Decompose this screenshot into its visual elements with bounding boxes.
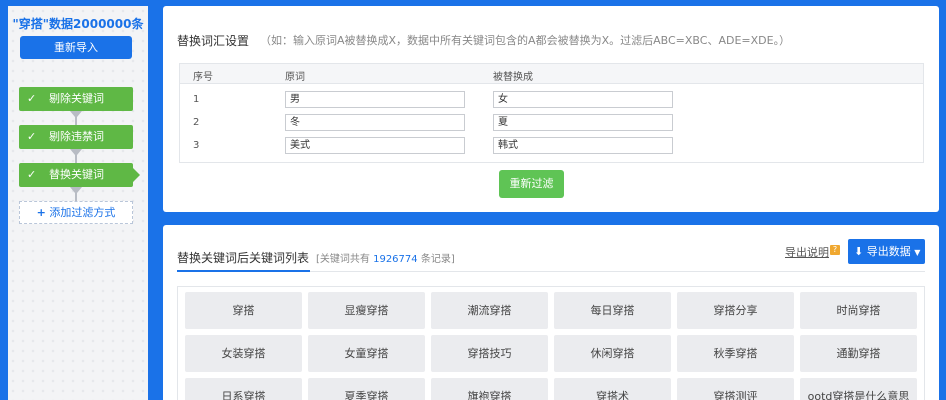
reimport-button[interactable]: 重新导入 — [20, 36, 132, 59]
column-header-index: 序号 — [193, 72, 213, 83]
keyword-chip[interactable]: 显瘦穿搭 — [308, 292, 425, 329]
keyword-count: [关键词共有 1926774 条记录] — [316, 250, 455, 265]
panel-hint: （如：输入原词A被替换成X，数据中所有关键词包含的A都会被替换为X。过滤后ABC… — [260, 34, 791, 47]
keyword-chip[interactable]: 穿搭术 — [554, 378, 671, 400]
keyword-chip[interactable]: 潮流穿搭 — [431, 292, 548, 329]
replacement-word-input[interactable]: 女 — [493, 91, 673, 108]
replace-table: 序号 原词 被替换成 1 男 女 2 冬 夏 3 美式 韩式 — [179, 63, 924, 163]
row-index: 3 — [193, 140, 200, 151]
refilter-button[interactable]: 重新过滤 — [499, 170, 564, 198]
keyword-grid: 穿搭 显瘦穿搭 潮流穿搭 每日穿搭 穿搭分享 时尚穿搭 女装穿搭 女童穿搭 穿搭… — [177, 286, 925, 400]
keyword-chip[interactable]: 穿搭测评 — [677, 378, 794, 400]
step-label: 剔除违禁词 — [49, 130, 104, 143]
step-replace-keywords[interactable]: ✓ 替换关键词 — [19, 163, 140, 187]
row-index: 2 — [193, 117, 200, 128]
export-instructions-link[interactable]: 导出说明 — [785, 244, 829, 260]
check-icon: ✓ — [27, 92, 37, 105]
dataset-title: "穿搭"数据2000000条 — [12, 17, 144, 31]
check-icon: ✓ — [27, 168, 37, 181]
filter-sidebar: "穿搭"数据2000000条 重新导入 ✓ 剔除关键词 ✓ 剔除违禁词 ✓ 替换… — [8, 6, 148, 400]
panel-title: 替换词汇设置 — [177, 34, 250, 48]
download-icon: ⬇ — [854, 245, 864, 258]
table-row: 1 男 女 — [180, 89, 923, 112]
count-suffix: 条记录] — [420, 254, 455, 265]
funnel-icon — [70, 111, 82, 125]
step-label: 剔除关键词 — [49, 92, 104, 105]
keyword-chip[interactable]: 女童穿搭 — [308, 335, 425, 372]
keyword-chip[interactable]: 时尚穿搭 — [800, 292, 917, 329]
keyword-chip[interactable]: 日系穿搭 — [185, 378, 302, 400]
table-header: 序号 原词 被替换成 — [180, 64, 923, 84]
keyword-chip[interactable]: 休闲穿搭 — [554, 335, 671, 372]
keyword-chip[interactable]: 穿搭技巧 — [431, 335, 548, 372]
keyword-chip[interactable]: 女装穿搭 — [185, 335, 302, 372]
help-icon[interactable]: ? — [830, 245, 840, 255]
keyword-chip[interactable]: 穿搭 — [185, 292, 302, 329]
keyword-chip[interactable]: ootd穿搭是什么意思 — [800, 378, 917, 400]
add-filter-label: 添加过滤方式 — [49, 206, 116, 219]
keyword-chip[interactable]: 每日穿搭 — [554, 292, 671, 329]
step-remove-banned-words[interactable]: ✓ 剔除违禁词 — [19, 125, 133, 149]
replacement-word-input[interactable]: 夏 — [493, 114, 673, 131]
check-icon: ✓ — [27, 130, 37, 143]
active-tab-underline — [177, 270, 310, 272]
count-value: 1926774 — [373, 254, 418, 265]
table-row: 2 冬 夏 — [180, 112, 923, 135]
caret-down-icon: ▼ — [914, 248, 921, 257]
replace-words-panel: 替换词汇设置 （如：输入原词A被替换成X，数据中所有关键词包含的A都会被替换为X… — [163, 6, 939, 212]
keyword-chip[interactable]: 秋季穿搭 — [677, 335, 794, 372]
count-prefix: [关键词共有 — [316, 254, 370, 265]
original-word-input[interactable]: 男 — [285, 91, 465, 108]
keyword-chip[interactable]: 通勤穿搭 — [800, 335, 917, 372]
step-label: 替换关键词 — [49, 168, 104, 181]
add-filter-button[interactable]: + 添加过滤方式 — [19, 201, 133, 224]
column-header-replacement: 被替换成 — [493, 72, 533, 83]
keyword-chip[interactable]: 穿搭分享 — [677, 292, 794, 329]
export-data-button[interactable]: ⬇ 导出数据 ▼ — [848, 239, 925, 264]
keyword-chip[interactable]: 旗袍穿搭 — [431, 378, 548, 400]
row-index: 1 — [193, 94, 200, 105]
keyword-chip[interactable]: 夏季穿搭 — [308, 378, 425, 400]
original-word-input[interactable]: 美式 — [285, 137, 465, 154]
keyword-list-title: 替换关键词后关键词列表 — [177, 251, 310, 265]
export-label: 导出数据 — [866, 245, 911, 258]
replacement-word-input[interactable]: 韩式 — [493, 137, 673, 154]
table-row: 3 美式 韩式 — [180, 135, 923, 158]
funnel-icon — [70, 149, 82, 163]
keyword-list-panel: 替换关键词后关键词列表 [关键词共有 1926774 条记录] 导出说明 ? ⬇… — [163, 225, 939, 400]
column-header-original: 原词 — [285, 72, 305, 83]
plus-icon: + — [36, 206, 46, 219]
step-remove-keywords[interactable]: ✓ 剔除关键词 — [19, 87, 133, 111]
original-word-input[interactable]: 冬 — [285, 114, 465, 131]
funnel-icon — [70, 187, 82, 201]
